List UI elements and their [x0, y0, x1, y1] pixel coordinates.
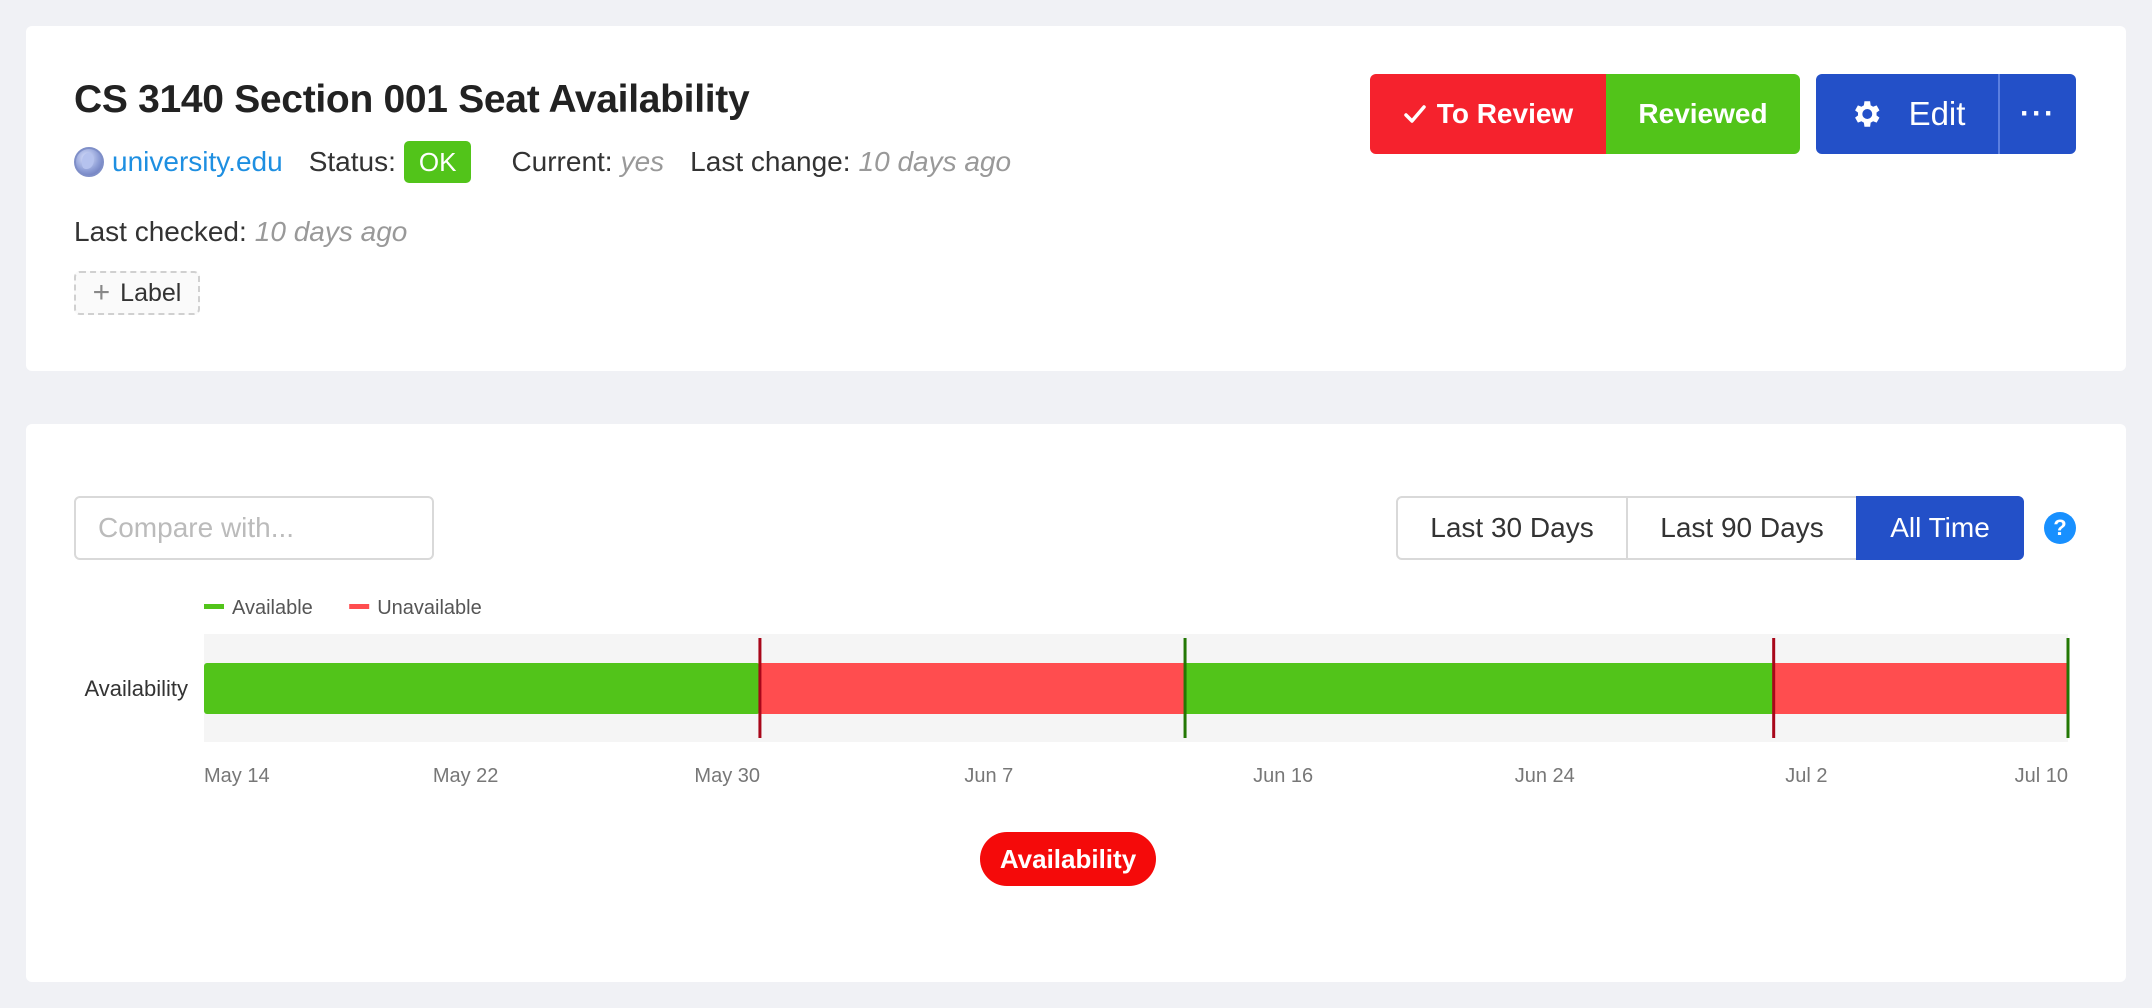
meta-row: university.edu Status: OK Current: yes L… — [74, 140, 1037, 184]
edit-label: Edit — [1908, 95, 1966, 132]
globe-icon — [74, 147, 104, 177]
last-checked-row: Last checked: 10 days ago — [74, 212, 433, 252]
add-label-text: Label — [120, 278, 182, 307]
status-badge: OK — [403, 141, 472, 183]
range-last-30-days[interactable]: Last 30 Days — [1396, 496, 1628, 560]
edit-button[interactable]: Edit — [1816, 74, 1998, 154]
add-label-button[interactable]: + Label — [74, 271, 200, 315]
help-icon[interactable]: ? — [2044, 512, 2076, 544]
legend-label-unavailable: Unavailable — [377, 597, 482, 619]
to-review-button[interactable]: To Review — [1370, 74, 1606, 154]
reviewed-label: Reviewed — [1638, 98, 1768, 129]
range-all-time[interactable]: All Time — [1856, 496, 2024, 560]
more-options-button[interactable]: ··· — [1998, 74, 2076, 154]
x-tick-label: Jul 10 — [2015, 765, 2068, 787]
availability-timeline-chart: Available Unavailable Availability May 14 Ma… — [84, 597, 2070, 787]
legend-swatch-available — [204, 604, 224, 609]
current-label: Current: — [511, 146, 613, 177]
compare-input[interactable] — [74, 496, 434, 560]
site-link[interactable]: university.edu — [112, 146, 283, 178]
current-value: yes — [620, 146, 665, 177]
page-title: CS 3140 Section 001 Seat Availability — [74, 78, 750, 121]
x-tick-label: Jun 24 — [1515, 765, 1575, 787]
gear-icon — [1854, 101, 1880, 127]
legend-label-available: Available — [232, 597, 313, 619]
x-tick-label: May 30 — [694, 765, 760, 787]
change-marker-2 — [1183, 638, 1187, 738]
review-button-group: To Review Reviewed — [1370, 74, 1800, 154]
x-tick-label: Jun 16 — [1253, 765, 1313, 787]
timeline-segment-2 — [759, 663, 1186, 714]
series-toggle-button[interactable]: Availability — [980, 832, 1156, 886]
last-change-value: 10 days ago — [858, 146, 1012, 177]
change-marker-4 — [2066, 638, 2070, 738]
chart-card: Last 30 Days Last 90 Days All Time ? Ava… — [26, 424, 2126, 982]
check-icon — [1404, 105, 1426, 123]
timeline-segment-3 — [1185, 663, 1774, 714]
change-marker-1 — [758, 638, 762, 738]
time-range-selector: Last 30 Days Last 90 Days All Time — [1396, 496, 2024, 560]
change-marker-3 — [1772, 638, 1776, 738]
x-tick-label: May 22 — [433, 765, 499, 787]
row-label: Availability — [84, 676, 188, 701]
timeline-segment-4 — [1773, 663, 2068, 714]
range-last-90-days[interactable]: Last 90 Days — [1626, 496, 1858, 560]
status-label: Status: — [308, 146, 396, 177]
x-tick-label: Jul 2 — [1785, 765, 1827, 787]
reviewed-button[interactable]: Reviewed — [1606, 74, 1800, 154]
last-change-label: Last change: — [690, 146, 851, 177]
to-review-label: To Review — [1436, 98, 1574, 129]
edit-button-group: Edit ··· — [1816, 74, 2076, 154]
timeline-segment-1 — [204, 663, 760, 714]
x-tick-label: Jun 7 — [964, 765, 1013, 787]
monitor-header-card: CS 3140 Section 001 Seat Availability un… — [26, 26, 2126, 371]
plus-icon: + — [92, 276, 111, 309]
x-tick-label: May 14 — [204, 765, 270, 787]
last-checked-label: Last checked: — [74, 216, 247, 247]
last-checked-value: 10 days ago — [254, 216, 408, 247]
legend-swatch-unavailable — [349, 604, 370, 609]
